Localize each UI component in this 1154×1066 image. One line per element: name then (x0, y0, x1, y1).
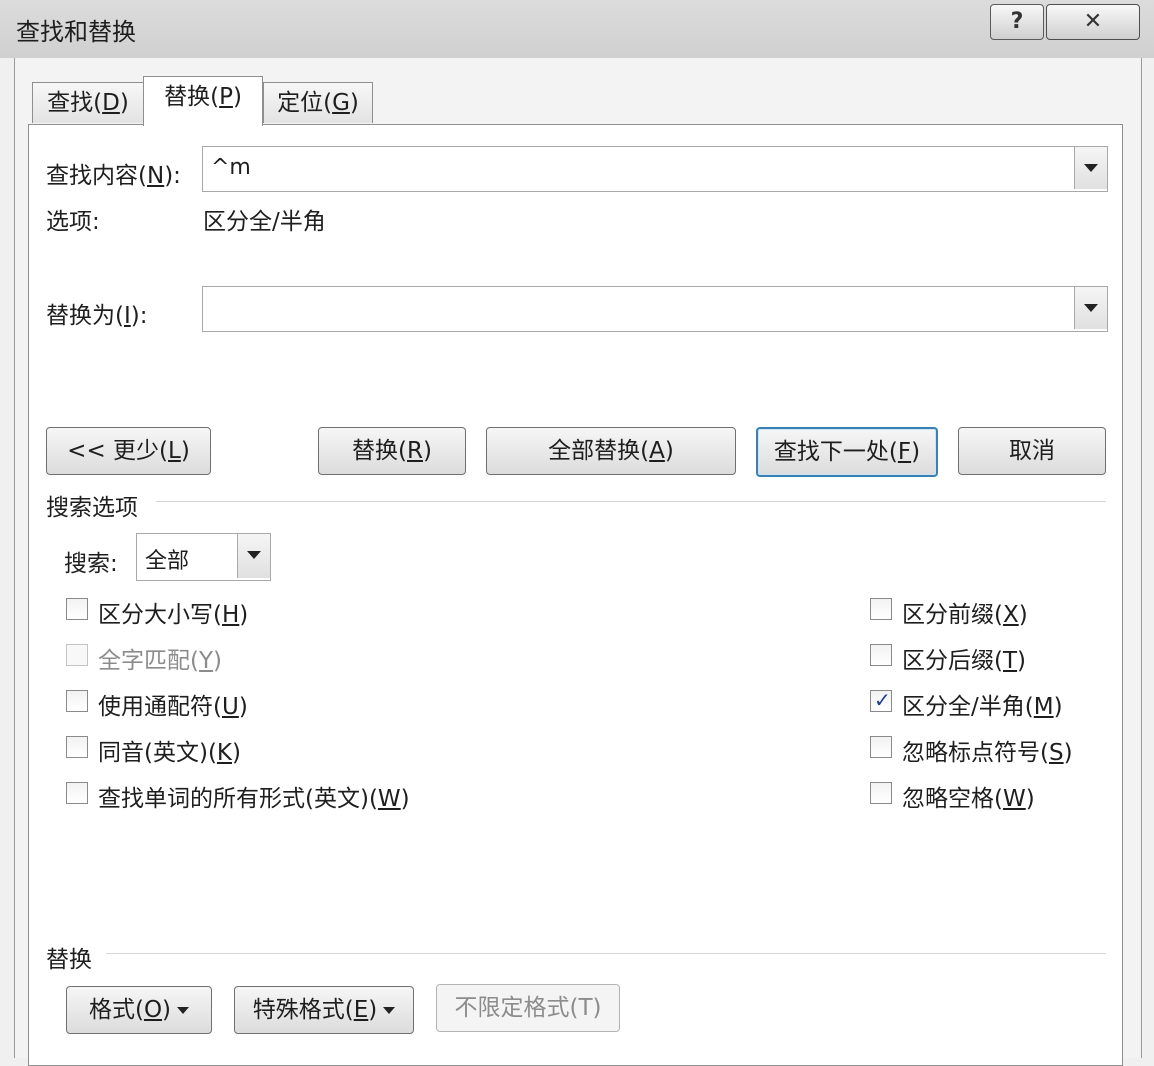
checkbox-whole-word: 全字匹配(Y) (66, 644, 466, 674)
checkbox-match-prefix[interactable]: 区分前缀(X) (870, 598, 1100, 628)
checkbox-label: 同音(英文)(K) (98, 740, 241, 766)
search-direction-select[interactable]: 全部 (136, 533, 271, 581)
checkbox-box[interactable] (66, 598, 88, 620)
checkbox-box[interactable] (870, 598, 892, 620)
search-direction-label: 搜索: (64, 551, 118, 577)
checkbox-label: 区分后缀(T) (902, 648, 1027, 674)
special-button[interactable]: 特殊格式(E) (234, 986, 414, 1034)
checkbox-match-width[interactable]: ✓ 区分全/半角(M) (870, 688, 1100, 720)
replace-section-divider (106, 953, 1106, 954)
tab-find[interactable]: 查找(D) (32, 82, 144, 123)
no-formatting-button: 不限定格式(T) (436, 984, 620, 1032)
checkbox-sounds-like[interactable]: 同音(英文)(K) (66, 736, 466, 766)
find-combobox[interactable]: ^m (202, 146, 1108, 192)
checkbox-all-word-forms[interactable]: 查找单词的所有形式(英文)(W) (66, 782, 466, 812)
close-icon: ✕ (1083, 9, 1103, 34)
checkbox-ignore-spaces[interactable]: 忽略空格(W) (870, 782, 1100, 812)
tab-replace[interactable]: 替换(P) (143, 76, 263, 126)
checkbox-box (66, 644, 88, 666)
checkbox-box[interactable] (66, 736, 88, 758)
checkbox-box[interactable] (870, 736, 892, 758)
format-button[interactable]: 格式(O) (66, 986, 212, 1034)
format-dropdown-icon (177, 1007, 190, 1014)
options-value: 区分全/半角 (203, 209, 326, 235)
tab-find-label: 查找(D) (47, 90, 129, 116)
checkbox-label: 区分前缀(X) (902, 602, 1028, 628)
cancel-button[interactable]: 取消 (958, 427, 1106, 475)
search-direction-arrow-icon[interactable] (237, 534, 270, 578)
options-label: 选项: (46, 209, 100, 235)
search-options-divider (156, 501, 1106, 502)
checkbox-box[interactable] (870, 644, 892, 666)
close-button[interactable]: ✕ (1046, 4, 1140, 40)
replace-section-heading: 替换 (46, 947, 92, 973)
checkbox-label: 使用通配符(U) (98, 694, 248, 720)
find-input[interactable]: ^m (211, 155, 251, 180)
special-dropdown-icon (383, 1007, 396, 1014)
checkbox-match-suffix[interactable]: 区分后缀(T) (870, 644, 1100, 674)
checkbox-box[interactable] (66, 690, 88, 712)
search-direction-value: 全部 (145, 549, 190, 574)
checkbox-match-case[interactable]: 区分大小写(H) (66, 598, 466, 628)
title-bar (0, 0, 1154, 58)
tab-goto[interactable]: 定位(G) (263, 82, 373, 123)
replace-combobox[interactable] (202, 286, 1108, 332)
find-next-button[interactable]: 查找下一处(F) (756, 427, 938, 477)
tab-replace-label: 替换(P) (164, 84, 242, 110)
window-title: 查找和替换 (16, 18, 136, 46)
tab-goto-label: 定位(G) (277, 90, 359, 116)
find-label: 查找内容(N): (46, 163, 181, 189)
replace-label: 替换为(I): (46, 303, 148, 329)
checkbox-label: 区分大小写(H) (98, 602, 249, 628)
find-dropdown-arrow-icon[interactable] (1074, 147, 1107, 189)
checkbox-label: 全字匹配(Y) (98, 648, 223, 674)
replace-all-button[interactable]: 全部替换(A) (486, 427, 736, 475)
checkbox-ignore-punctuation[interactable]: 忽略标点符号(S) (870, 736, 1100, 766)
checkbox-label: 区分全/半角(M) (902, 694, 1063, 720)
less-button[interactable]: << 更少(L) (46, 427, 211, 475)
checkbox-wildcards[interactable]: 使用通配符(U) (66, 690, 466, 720)
checkbox-label: 忽略标点符号(S) (902, 740, 1073, 766)
checkbox-box[interactable]: ✓ (870, 688, 892, 712)
search-options-heading: 搜索选项 (46, 495, 138, 521)
checkbox-label: 查找单词的所有形式(英文)(W) (98, 786, 410, 812)
replace-dropdown-arrow-icon[interactable] (1074, 287, 1107, 329)
checkbox-box[interactable] (870, 782, 892, 804)
checkbox-label: 忽略空格(W) (902, 786, 1035, 812)
replace-button[interactable]: 替换(R) (318, 427, 466, 475)
help-button[interactable]: ? (990, 4, 1044, 40)
help-icon: ? (1010, 9, 1024, 34)
checkbox-box[interactable] (66, 782, 88, 804)
checkmark-icon: ✓ (874, 688, 891, 712)
